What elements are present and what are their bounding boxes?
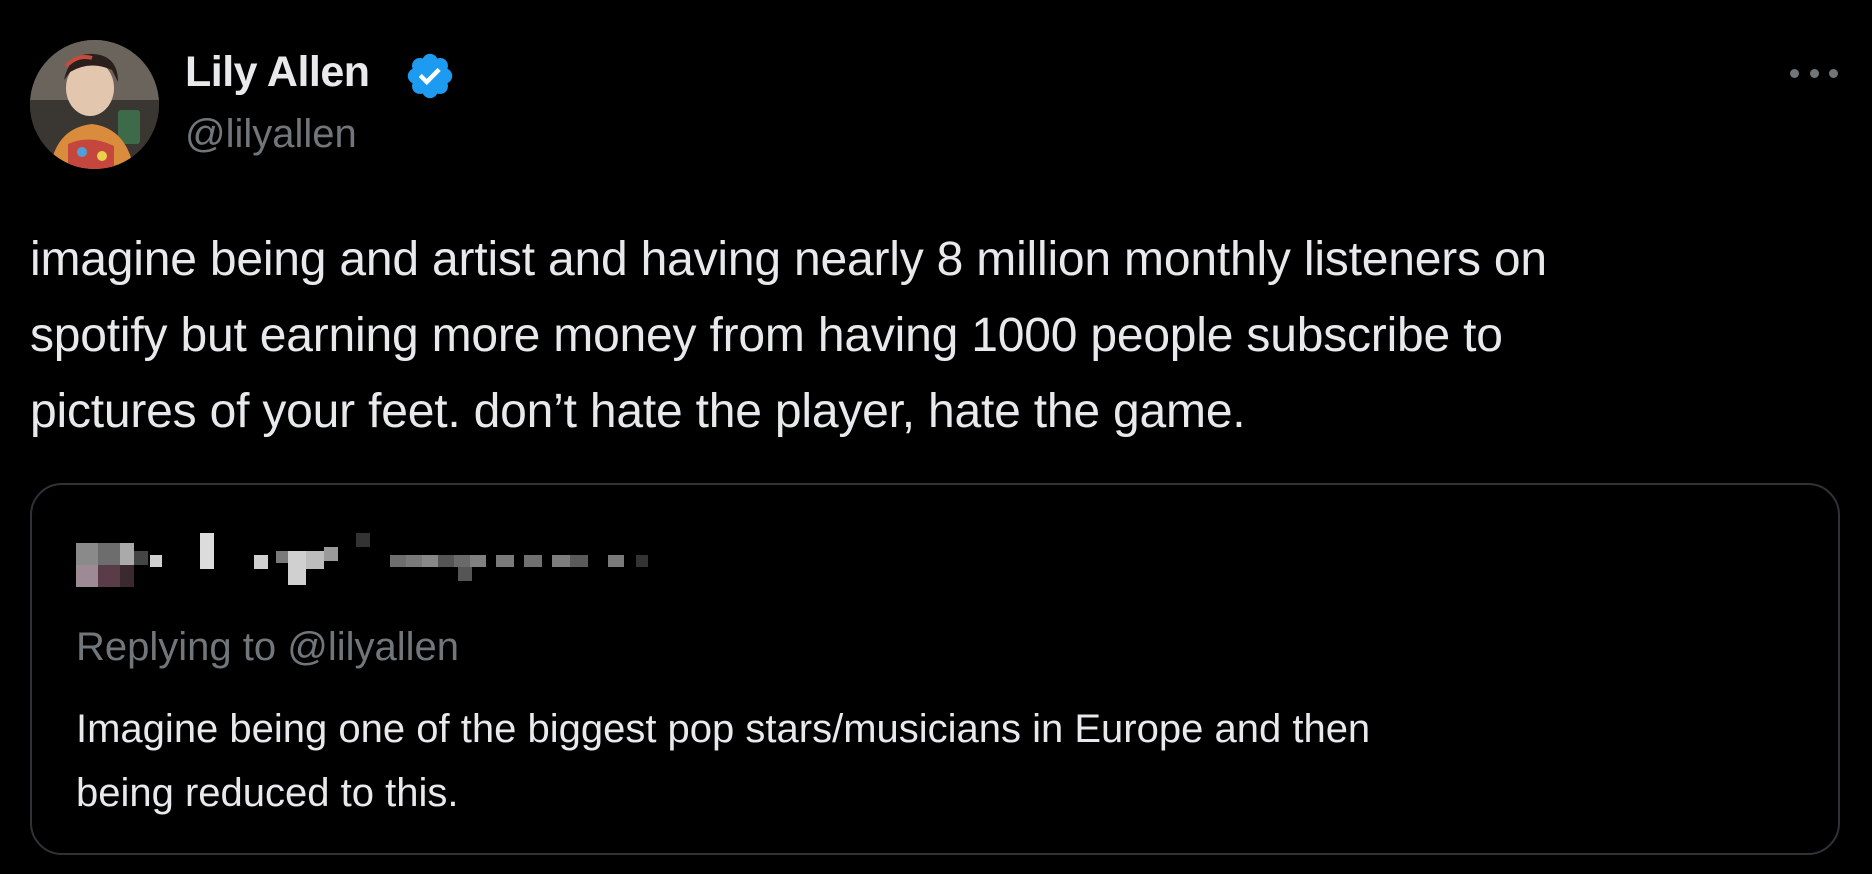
tweet-text: imagine being and artist and having near…	[30, 233, 1547, 438]
quoted-tweet-text: Imagine being one of the biggest pop sta…	[76, 707, 1371, 815]
author-name[interactable]: Lily Allen	[185, 48, 370, 97]
author-handle[interactable]: @lilyallen	[185, 112, 357, 157]
avatar[interactable]	[30, 40, 159, 169]
tweet-card[interactable]: Lily Allen @lilyallen imagine being and …	[0, 0, 1872, 874]
replying-to[interactable]: Replying to @lilyallen	[76, 625, 459, 670]
avatar-image	[30, 40, 159, 169]
more-options-icon[interactable]	[1790, 58, 1838, 88]
verified-badge-icon	[407, 53, 453, 99]
redacted-author-pixelation	[76, 533, 648, 587]
quoted-tweet[interactable]: Replying to @lilyallen Imagine being one…	[30, 483, 1840, 855]
